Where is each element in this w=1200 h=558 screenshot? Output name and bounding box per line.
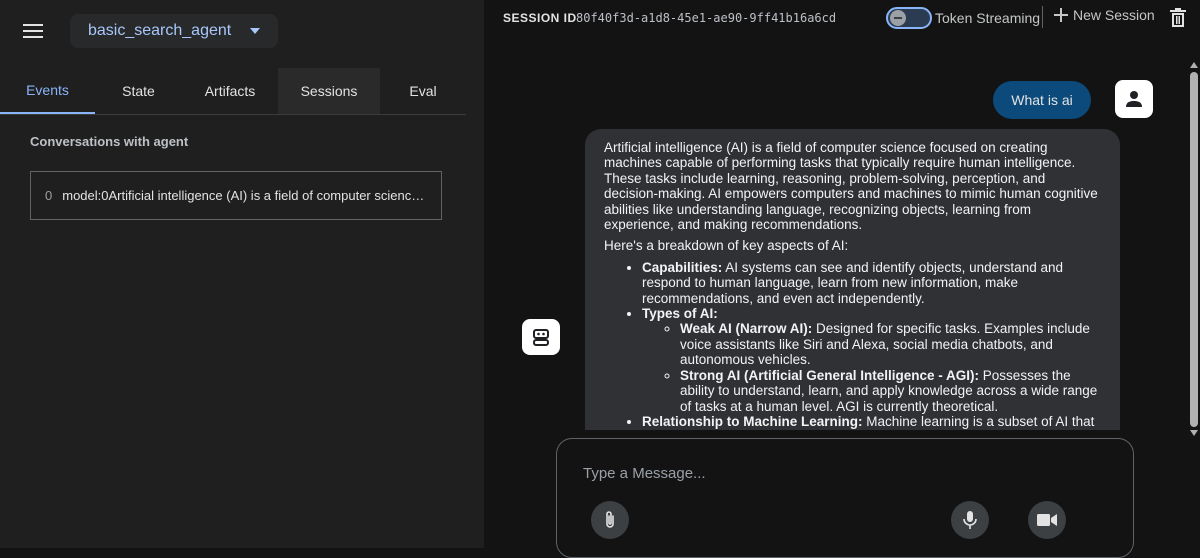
new-session-label: New Session bbox=[1073, 7, 1155, 23]
agent-select-value: basic_search_agent bbox=[88, 22, 232, 39]
agent-select[interactable]: basic_search_agent bbox=[70, 14, 278, 48]
token-streaming-label: Token Streaming bbox=[935, 10, 1041, 26]
tab-eval[interactable]: Eval bbox=[380, 68, 466, 114]
bot-sublist: Weak AI (Narrow AI): Designed for specif… bbox=[642, 321, 1102, 413]
header-divider bbox=[1042, 6, 1043, 28]
scroll-down-icon bbox=[1190, 430, 1198, 436]
chat-panel: SESSION ID 80f40f3d-a1d8-45e1-ae90-9ff41… bbox=[484, 0, 1200, 558]
tab-events[interactable]: Events bbox=[0, 68, 95, 114]
bot-paragraph: Here's a breakdown of key aspects of AI: bbox=[604, 238, 849, 254]
bot-list: Capabilities: AI systems can see and ide… bbox=[604, 260, 1102, 429]
microphone-icon bbox=[963, 511, 977, 529]
list-item: Types of AI: Weak AI (Narrow AI): Design… bbox=[642, 306, 1102, 414]
tab-state[interactable]: State bbox=[95, 68, 182, 114]
list-item: Relationship to Machine Learning: Machin… bbox=[642, 414, 1102, 429]
message-input-box[interactable]: Type a Message... bbox=[556, 438, 1134, 558]
paperclip-icon bbox=[606, 511, 614, 528]
section-title: Conversations with agent bbox=[30, 134, 189, 149]
toggle-minus-icon bbox=[894, 17, 902, 19]
caret-down-icon bbox=[250, 28, 260, 34]
side-panel: basic_search_agent Events State Artifact… bbox=[0, 0, 484, 548]
bot-avatar bbox=[522, 319, 560, 355]
message-input[interactable]: Type a Message... bbox=[583, 465, 706, 482]
scroll-up-icon bbox=[1190, 62, 1198, 68]
delete-session-button[interactable] bbox=[1170, 8, 1186, 30]
hamburger-menu-icon bbox=[23, 24, 43, 38]
plus-icon bbox=[1054, 8, 1068, 22]
list-item: Capabilities: AI systems can see and ide… bbox=[642, 260, 1102, 306]
conversation-item[interactable]: 0 model:0Artificial intelligence (AI) is… bbox=[30, 171, 442, 220]
panel-tabs: Events State Artifacts Sessions Eval bbox=[0, 68, 466, 115]
conversation-index: 0 bbox=[45, 188, 53, 203]
session-id-value: 80f40f3d-a1d8-45e1-ae90-9ff41b16a6cd bbox=[576, 11, 837, 25]
token-streaming-toggle[interactable] bbox=[886, 7, 932, 29]
bot-message-bubble: Artificial intelligence (AI) is a field … bbox=[585, 129, 1120, 430]
video-button[interactable] bbox=[1028, 501, 1066, 539]
conversation-text: model:0Artificial intelligence (AI) is a… bbox=[62, 188, 427, 203]
attach-button[interactable] bbox=[591, 501, 629, 539]
menu-button[interactable] bbox=[20, 18, 46, 44]
microphone-button[interactable] bbox=[951, 501, 989, 539]
robot-icon bbox=[533, 329, 549, 346]
new-session-button[interactable]: New Session bbox=[1054, 7, 1155, 23]
session-id-label: SESSION ID bbox=[503, 11, 577, 25]
user-avatar bbox=[1115, 80, 1153, 118]
scrollbar-thumb[interactable] bbox=[1190, 72, 1198, 427]
user-message-bubble: What is ai bbox=[993, 81, 1091, 119]
list-item: Weak AI (Narrow AI): Designed for specif… bbox=[680, 321, 1102, 367]
tab-sessions[interactable]: Sessions bbox=[278, 68, 380, 114]
toggle-knob bbox=[890, 10, 906, 26]
person-icon bbox=[1126, 91, 1142, 107]
trash-icon bbox=[1170, 8, 1186, 27]
bot-paragraph: Artificial intelligence (AI) is a field … bbox=[604, 140, 1098, 233]
tab-artifacts[interactable]: Artifacts bbox=[182, 68, 278, 114]
video-camera-icon bbox=[1037, 514, 1057, 526]
list-item: Strong AI (Artificial General Intelligen… bbox=[680, 368, 1102, 414]
chat-scrollbar[interactable] bbox=[1189, 60, 1199, 438]
